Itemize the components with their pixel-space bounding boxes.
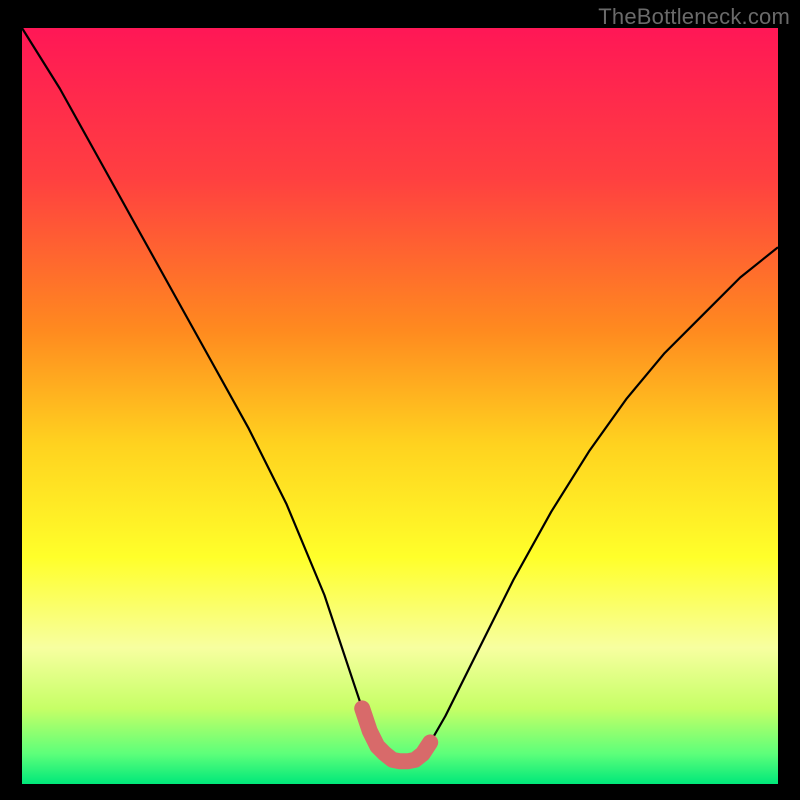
gradient-background	[22, 28, 778, 784]
chart-frame: TheBottleneck.com	[0, 0, 800, 800]
chart-plot-area	[22, 28, 778, 784]
watermark-text: TheBottleneck.com	[598, 4, 790, 30]
chart-svg	[22, 28, 778, 784]
